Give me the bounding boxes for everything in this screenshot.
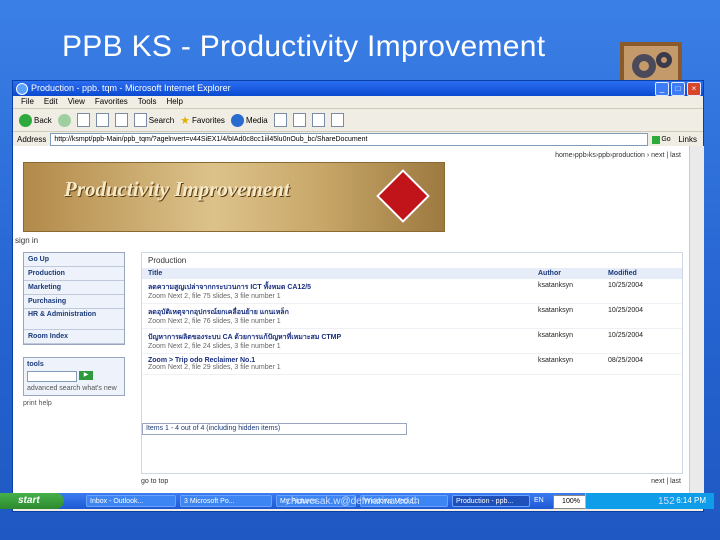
print-help-links[interactable]: print help (23, 400, 125, 407)
banner-title: Productivity Improvement (64, 177, 290, 201)
tools-panel: tools ▶ advanced search what's new (23, 357, 125, 396)
sidebar-item-hr-administration[interactable]: HR & Administration (24, 309, 124, 330)
row-author: ksatanksyn (538, 282, 574, 289)
document-list: Production Title Author Modified ลดความส… (141, 252, 683, 474)
taskbar-item-browser[interactable]: Production - ppb... (452, 495, 530, 507)
search-go-button[interactable]: ▶ (79, 371, 93, 380)
column-title[interactable]: Title (148, 270, 538, 277)
maximize-button[interactable]: □ (671, 82, 685, 96)
row-subtitle: Zoom Next 2, file 75 slides, 3 file numb… (148, 293, 281, 300)
row-subtitle: Zoom Next 2, file 24 slides, 3 file numb… (148, 343, 281, 350)
language-indicator[interactable]: EN (534, 493, 544, 509)
history-icon[interactable] (273, 113, 287, 127)
edit-icon[interactable] (330, 113, 344, 127)
table-header: Title Author Modified (142, 268, 682, 279)
minimize-button[interactable]: _ (655, 82, 669, 96)
menu-favorites[interactable]: Favorites (95, 96, 128, 108)
close-button[interactable]: × (687, 82, 701, 96)
page-number: 152 (658, 496, 675, 507)
refresh-icon[interactable] (95, 113, 109, 127)
column-modified[interactable]: Modified (608, 270, 668, 277)
go-to-top-link[interactable]: go to top (141, 478, 168, 485)
search-button[interactable]: Search (133, 113, 174, 127)
next-last-links[interactable]: next | last (651, 478, 681, 485)
forward-arrow-icon (57, 113, 71, 127)
menu-tools[interactable]: Tools (138, 96, 157, 108)
search-icon (133, 113, 147, 127)
row-author: ksatanksyn (538, 332, 574, 339)
table-row[interactable]: ปัญหาการผลิตของระบบ CA ด้วยการแก้ปัญหาที… (142, 329, 682, 354)
row-modified: 10/25/2004 (608, 332, 644, 339)
vertical-scrollbar[interactable] (689, 146, 704, 494)
elephant-logo-icon (376, 169, 430, 223)
address-input[interactable]: http://ksmpt/ppb-Main/ppb_tqm/?agelnvert… (50, 133, 649, 146)
row-title[interactable]: Zoom > Trip odo Reclaimer No.1 (148, 357, 538, 364)
row-author: ksatanksyn (538, 357, 574, 364)
sign-in-link[interactable]: sign in (15, 236, 38, 245)
footer-email: chuwesak.w@defmarina.co.th (286, 496, 420, 507)
row-title[interactable]: ลดอุบัติเหตุจากอุปกรณ์ยกเคลื่อนย้าย แกนเ… (148, 307, 538, 318)
media-button[interactable]: Media (230, 113, 268, 127)
sidebar-item-room-index[interactable]: Room Index (24, 330, 124, 344)
print-icon[interactable] (311, 113, 325, 127)
row-modified: 10/25/2004 (608, 282, 644, 289)
sidebar: Go Up Production Marketing Purchasing HR… (23, 252, 125, 407)
slide-title: PPB KS - Productivity Improvement (62, 30, 546, 63)
taskbar-item-powerpoint[interactable]: 3 Microsoft Po... (180, 495, 272, 507)
row-subtitle: Zoom Next 2, file 29 slides, 3 file numb… (148, 364, 281, 371)
menu-view[interactable]: View (68, 96, 85, 108)
sidebar-item-go-up[interactable]: Go Up (24, 253, 124, 267)
table-row[interactable]: Zoom > Trip odo Reclaimer No.1 Zoom Next … (142, 354, 682, 375)
row-modified: 10/25/2004 (608, 307, 644, 314)
list-heading: Production (148, 256, 187, 265)
tools-links[interactable]: advanced search what's new (27, 385, 121, 392)
taskbar-item-inbox[interactable]: Inbox - Outlook... (86, 495, 176, 507)
zoom-level[interactable]: 100% (553, 495, 589, 509)
row-modified: 08/25/2004 (608, 357, 644, 364)
search-input[interactable] (27, 371, 77, 382)
sidebar-nav: Go Up Production Marketing Purchasing HR… (23, 252, 125, 345)
clock: 6:14 PM (676, 496, 706, 505)
back-arrow-icon (19, 113, 32, 127)
menu-help[interactable]: Help (166, 96, 182, 108)
sidebar-item-marketing[interactable]: Marketing (24, 281, 124, 295)
internet-explorer-icon (16, 83, 28, 95)
menu-bar: File Edit View Favorites Tools Help (13, 96, 703, 109)
browser-window: Production - ppb. tqm - Microsoft Intern… (12, 80, 704, 512)
menu-file[interactable]: File (21, 96, 34, 108)
stop-icon[interactable] (76, 113, 90, 127)
sidebar-item-purchasing[interactable]: Purchasing (24, 295, 124, 309)
favorites-button[interactable]: ★ Favorites (180, 114, 225, 127)
go-arrow-icon (652, 135, 661, 144)
row-title[interactable]: ลดความสูญเปล่าจากกระบวนการ ICT ทั้งหมด C… (148, 282, 538, 293)
address-label: Address (17, 135, 47, 144)
media-icon (230, 113, 244, 127)
table-row[interactable]: ลดอุบัติเหตุจากอุปกรณ์ยกเคลื่อนย้าย แกนเ… (142, 304, 682, 329)
system-tray: 6:14 PM (585, 493, 714, 509)
items-summary: Items 1 - 4 out of 4 (including hidden i… (142, 423, 407, 435)
back-button[interactable]: Back (19, 113, 52, 127)
star-icon: ★ (180, 114, 191, 127)
row-subtitle: Zoom Next 2, file 76 slides, 3 file numb… (148, 318, 281, 325)
page-content: home›ppb›ks›ppb›production › next | last… (13, 146, 689, 494)
window-titlebar: Production - ppb. tqm - Microsoft Intern… (13, 81, 703, 96)
site-banner: Productivity Improvement (23, 162, 445, 232)
links-label[interactable]: Links (678, 135, 703, 144)
breadcrumb[interactable]: home›ppb›ks›ppb›production › next | last (555, 152, 681, 159)
home-icon[interactable] (114, 113, 128, 127)
browser-toolbar: Back Search ★ Favorites Media (13, 109, 703, 132)
start-button[interactable]: start (0, 493, 64, 509)
tools-label: tools (27, 361, 44, 368)
go-button[interactable]: Go (652, 134, 674, 145)
slide-background: PPB KS - Productivity Improvement Produc… (0, 0, 720, 540)
menu-edit[interactable]: Edit (44, 96, 58, 108)
column-author[interactable]: Author (538, 270, 608, 277)
row-title[interactable]: ปัญหาการผลิตของระบบ CA ด้วยการแก้ปัญหาที… (148, 332, 538, 343)
table-row[interactable]: ลดความสูญเปล่าจากกระบวนการ ICT ทั้งหมด C… (142, 279, 682, 304)
sidebar-item-production[interactable]: Production (24, 267, 124, 281)
row-author: ksatanksyn (538, 307, 574, 314)
forward-button[interactable] (57, 113, 71, 127)
window-title: Production - ppb. tqm - Microsoft Intern… (31, 83, 231, 93)
mail-icon[interactable] (292, 113, 306, 127)
